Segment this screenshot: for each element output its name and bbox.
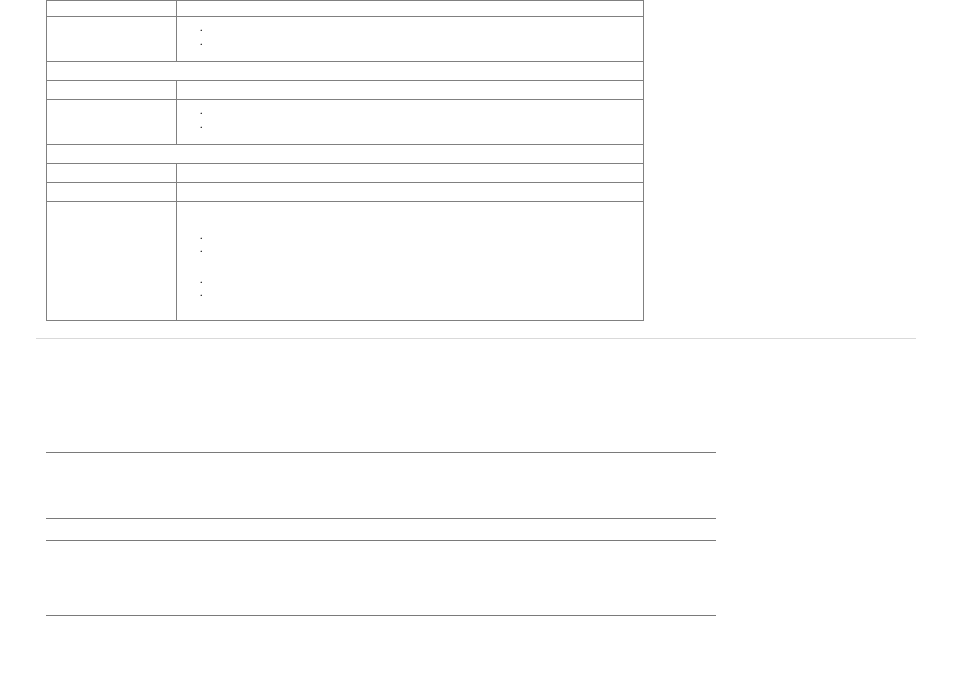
cell-spacer: [47, 62, 644, 81]
mark-dot: ·: [199, 276, 643, 289]
cell-value: · ·: [177, 100, 644, 145]
mark-dot: ·: [199, 120, 643, 134]
mark-dot: ·: [199, 245, 643, 258]
table-row: [47, 1, 644, 17]
cell-value: · · · ·: [177, 202, 644, 321]
divider: [46, 540, 716, 541]
mark-dot: ·: [199, 289, 643, 302]
cell-label: [47, 164, 177, 183]
cell-value: [177, 1, 644, 17]
table-row: · ·: [47, 17, 644, 62]
cell-label: [47, 183, 177, 202]
form-table: · · · ·: [46, 0, 644, 321]
table-row: [47, 164, 644, 183]
mark-gap: [199, 258, 643, 276]
mark-dot: ·: [199, 23, 643, 37]
table-row: · · · ·: [47, 202, 644, 321]
divider: [46, 452, 716, 453]
mark-dot: ·: [199, 37, 643, 51]
mark-dot: ·: [199, 106, 643, 120]
cell-value: [177, 164, 644, 183]
cell-label: [47, 81, 177, 100]
table-row: · ·: [47, 100, 644, 145]
cell-value: [177, 183, 644, 202]
table-row: [47, 145, 644, 164]
table-row: [47, 81, 644, 100]
cell-marks: · ·: [177, 100, 643, 134]
divider: [46, 518, 716, 519]
page: · · · ·: [0, 0, 954, 675]
divider: [46, 615, 716, 616]
mark-dot: ·: [199, 232, 643, 245]
cell-label: [47, 17, 177, 62]
cell-label: [47, 100, 177, 145]
cell-label: [47, 1, 177, 17]
divider: [36, 338, 916, 339]
cell-spacer: [47, 145, 644, 164]
cell-label: [47, 202, 177, 321]
table-row: [47, 62, 644, 81]
table-row: [47, 183, 644, 202]
cell-marks: · ·: [177, 17, 643, 51]
cell-marks: · · · ·: [177, 202, 643, 302]
cell-value: · ·: [177, 17, 644, 62]
cell-value: [177, 81, 644, 100]
